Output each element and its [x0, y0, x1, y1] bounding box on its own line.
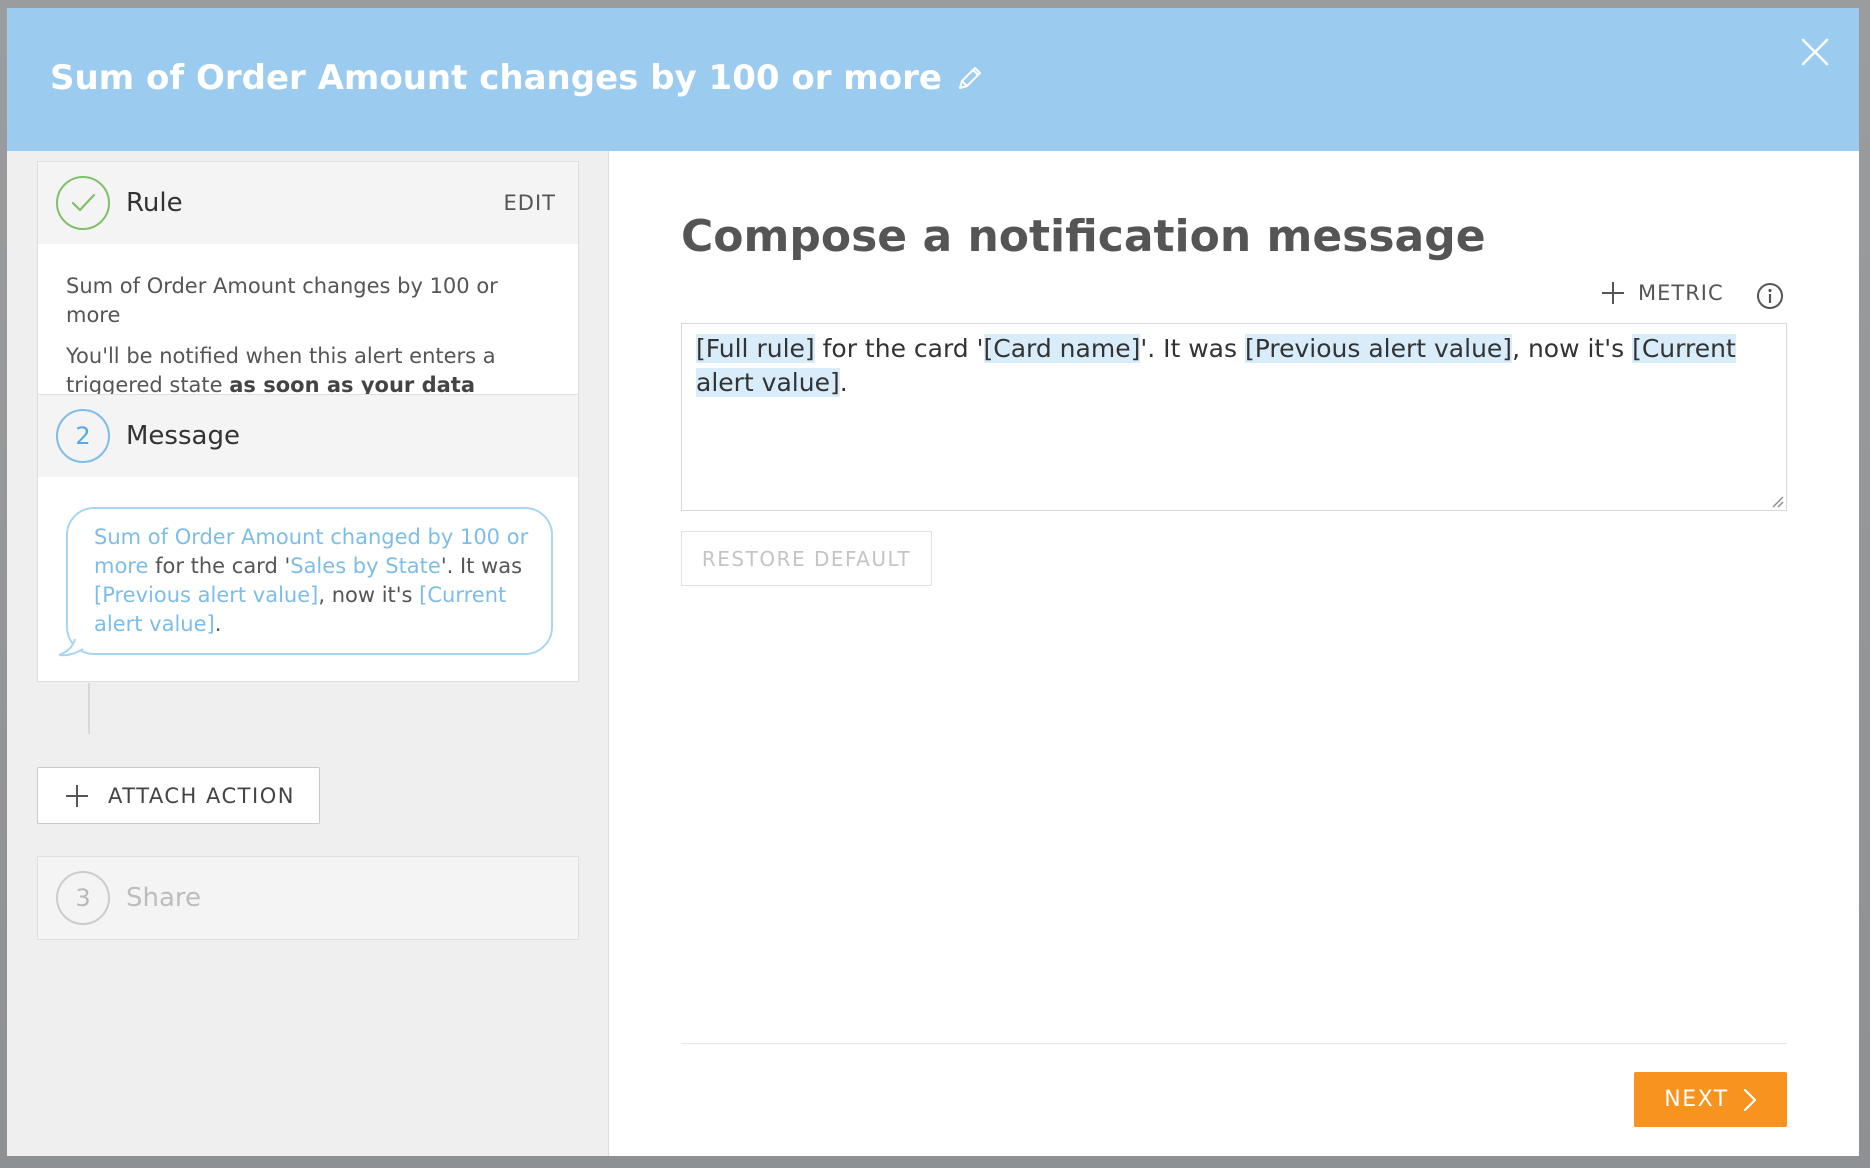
restore-default-button[interactable]: RESTORE DEFAULT [681, 531, 932, 586]
step-rule-status [56, 176, 110, 230]
plus-icon [66, 784, 88, 807]
message-text: . [839, 368, 848, 397]
attach-action-button[interactable]: ATTACH ACTION [37, 767, 320, 824]
preview-text: , now it's [318, 583, 420, 607]
message-text: , now it's [1512, 334, 1633, 363]
step-share-title: Share [126, 883, 202, 913]
modal-header: Sum of Order Amount changes by 100 or mo… [7, 8, 1859, 151]
step-message-header: 2 Message [38, 395, 578, 477]
step-connector [88, 683, 90, 734]
footer-divider [681, 1043, 1787, 1044]
step-rule-title: Rule [126, 188, 183, 218]
resize-grip-icon[interactable] [1770, 494, 1784, 508]
plus-icon [1602, 282, 1624, 304]
message-preview-bubble: Sum of Order Amount changed by 100 or mo… [59, 507, 553, 657]
step-message-number: 2 [56, 409, 110, 463]
preview-text: for the card ' [148, 554, 291, 578]
bubble-tail-icon [59, 639, 84, 657]
message-text: for the card ' [814, 334, 984, 363]
info-icon[interactable] [1756, 282, 1784, 310]
preview-text: . [214, 612, 222, 636]
step-message: 2 Message Sum of Order Amount changed by… [37, 394, 579, 682]
metric-label: METRIC [1638, 281, 1724, 305]
alert-title[interactable]: Sum of Order Amount changes by 100 or mo… [50, 58, 984, 98]
step-rule-header: Rule EDIT [38, 162, 578, 244]
alert-modal: Sum of Order Amount changes by 100 or mo… [7, 8, 1859, 1156]
step-share: 3 Share [37, 856, 579, 940]
close-icon[interactable] [1795, 32, 1835, 72]
token-card-name: [Card name] [983, 334, 1141, 363]
preview-token-previous: [Previous alert value] [94, 583, 319, 607]
add-metric-button[interactable]: METRIC [1600, 280, 1724, 306]
message-text: '. It was [1140, 334, 1245, 363]
check-icon [71, 193, 96, 212]
token-previous-value: [Previous alert value] [1244, 334, 1513, 363]
step-share-number: 3 [56, 871, 110, 925]
pencil-icon[interactable] [956, 64, 984, 92]
preview-token-card: Sales by State [290, 554, 441, 578]
step-message-title: Message [126, 421, 240, 451]
message-textarea[interactable]: [Full rule] for the card '[Card name]'. … [681, 323, 1787, 511]
next-label: NEXT [1664, 1087, 1729, 1112]
rule-summary: Sum of Order Amount changes by 100 or mo… [66, 274, 498, 327]
alert-title-text: Sum of Order Amount changes by 100 or mo… [50, 58, 942, 98]
next-button[interactable]: NEXT [1634, 1072, 1787, 1127]
steps-sidebar: Rule EDIT Sum of Order Amount changes by… [7, 151, 609, 1156]
step-share-header: 3 Share [38, 857, 578, 939]
edit-rule-button[interactable]: EDIT [504, 191, 556, 215]
token-full-rule: [Full rule] [696, 334, 815, 363]
compose-title: Compose a notification message [681, 211, 1486, 262]
preview-text: '. It was [440, 554, 523, 578]
chevron-right-icon [1743, 1088, 1756, 1111]
attach-action-label: ATTACH ACTION [108, 783, 295, 808]
